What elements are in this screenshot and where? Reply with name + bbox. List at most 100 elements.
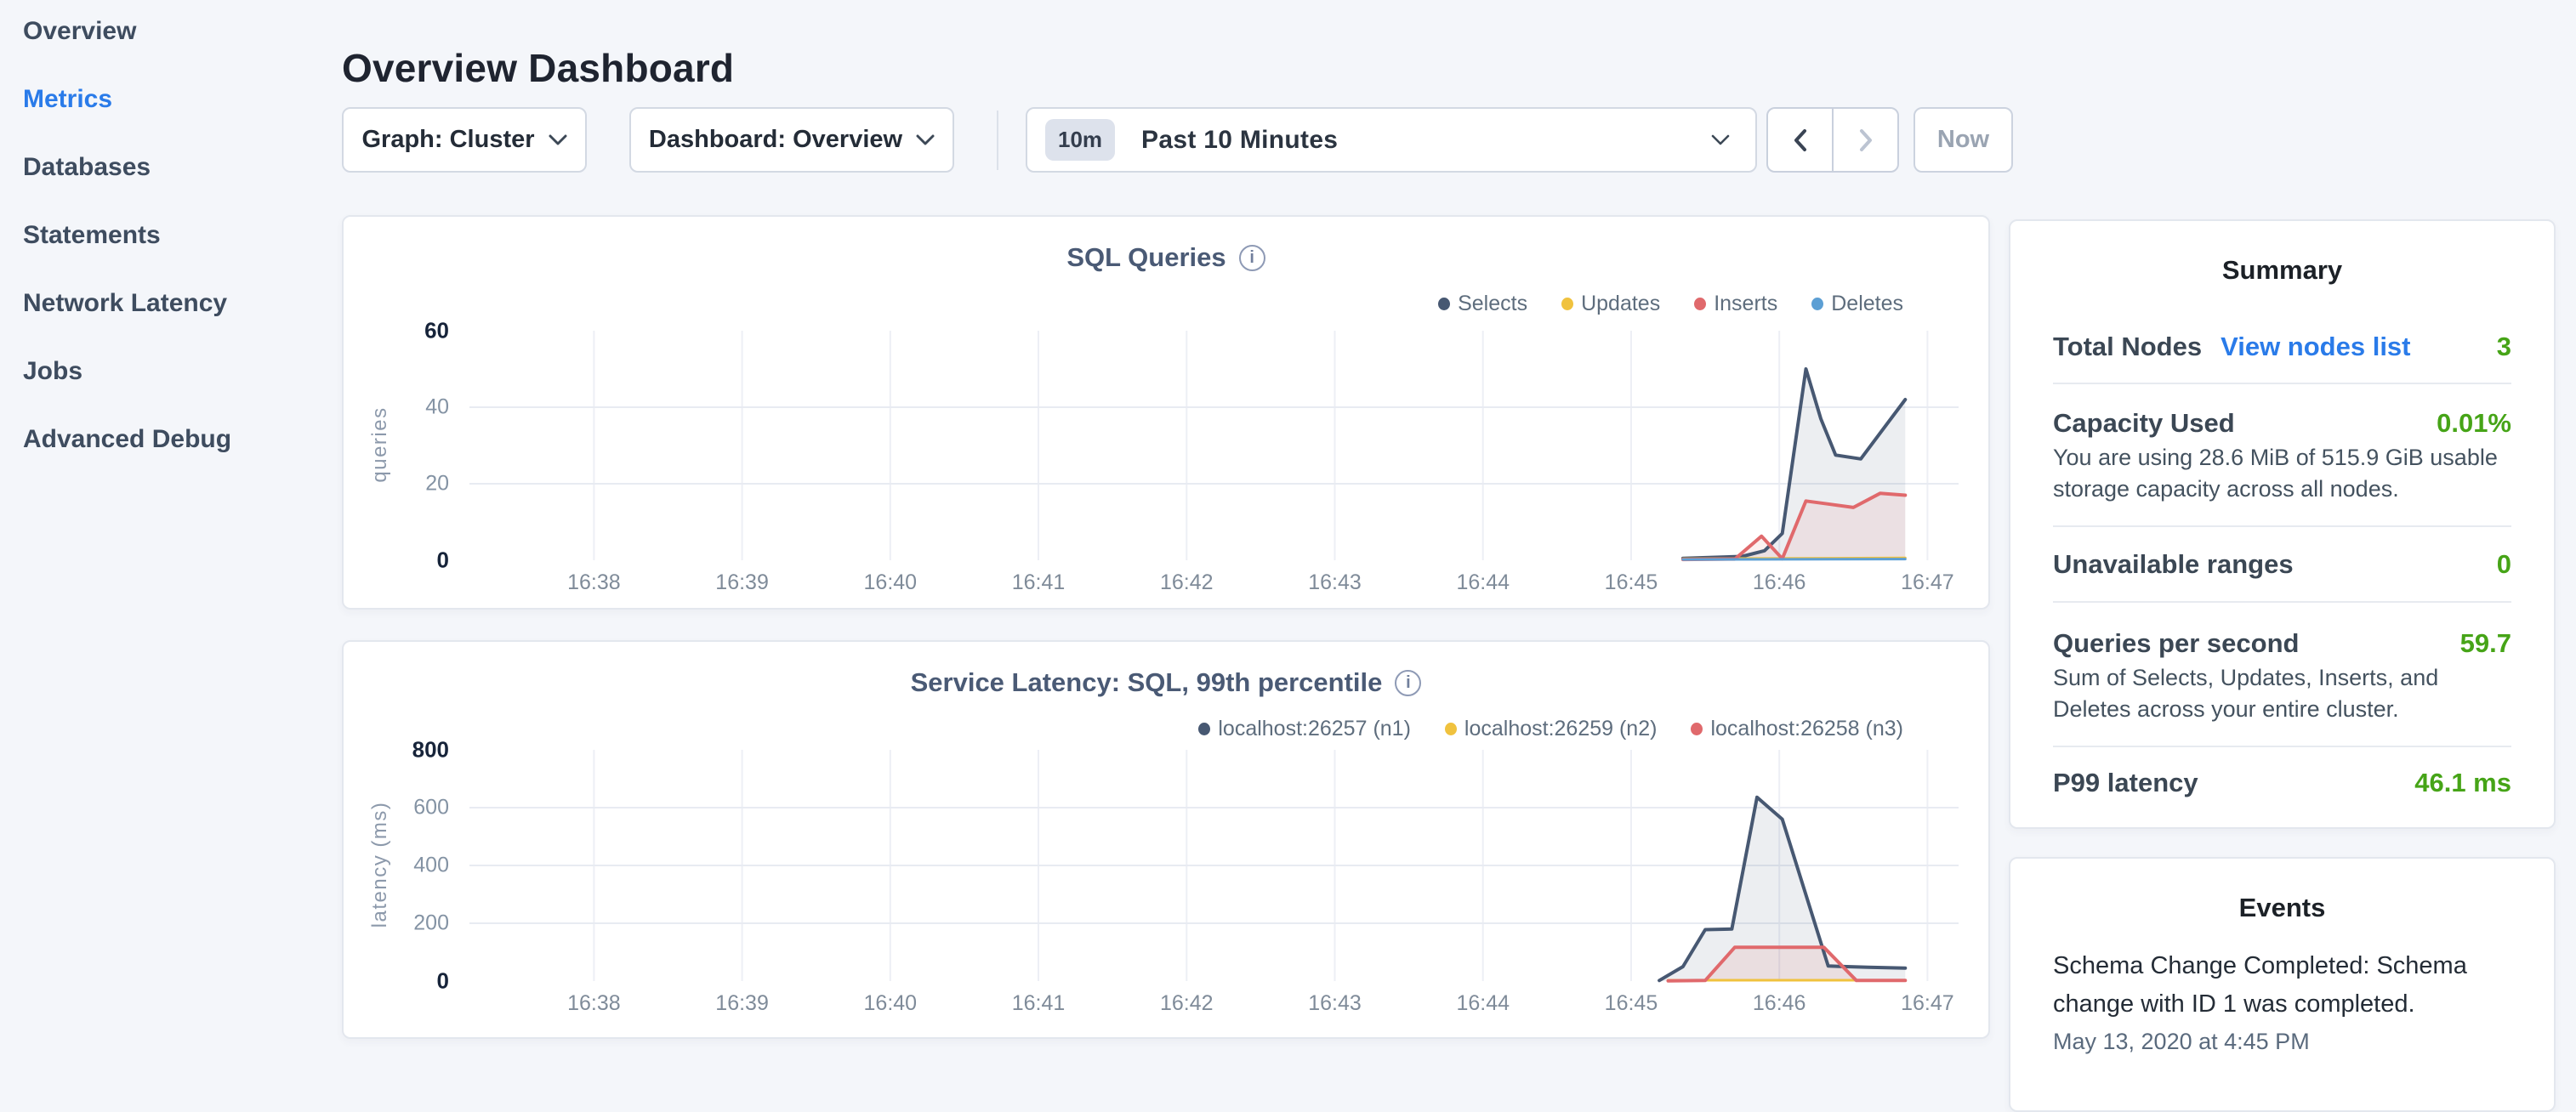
now-button[interactable]: Now <box>1914 107 2013 173</box>
x-tick-label: 16:39 <box>715 991 769 1016</box>
chevron-down-icon <box>916 134 935 146</box>
summary-value: 46.1 ms <box>2414 768 2511 798</box>
summary-label: P99 latency <box>2053 768 2198 798</box>
x-tick-label: 16:41 <box>1012 570 1066 595</box>
y-tick-label: 800 <box>355 737 449 763</box>
legend-item[interactable]: Selects <box>1438 292 1527 316</box>
summary-value: 59.7 <box>2460 628 2511 659</box>
x-tick-label: 16:46 <box>1753 991 1806 1016</box>
info-icon[interactable]: i <box>1239 245 1265 271</box>
prev-time-button[interactable] <box>1768 109 1834 171</box>
y-tick-label: 0 <box>355 547 449 574</box>
chevron-down-icon <box>1711 134 1730 146</box>
y-tick-label: 40 <box>355 395 449 420</box>
x-tick-label: 16:42 <box>1160 991 1214 1016</box>
legend-dot-icon <box>1691 723 1703 735</box>
x-tick-label: 16:41 <box>1012 991 1066 1016</box>
y-tick-label: 400 <box>355 854 449 878</box>
x-tick-label: 16:38 <box>567 991 621 1016</box>
chevron-right-icon <box>1856 128 1876 153</box>
legend-label: localhost:26259 (n2) <box>1464 717 1658 741</box>
legend-label: localhost:26258 (n3) <box>1710 717 1903 741</box>
summary-label: Queries per second <box>2053 628 2299 659</box>
dashboard-dropdown[interactable]: Dashboard: Overview <box>629 107 954 173</box>
summary-value: 0 <box>2497 549 2511 580</box>
time-range-label: Past 10 Minutes <box>1141 126 1338 155</box>
legend-item[interactable]: Deletes <box>1811 292 1903 316</box>
sql-queries-chart-card: SQL Queries i Selects Updates Inserts Delet… <box>342 215 1990 610</box>
x-tick-label: 16:40 <box>864 570 918 595</box>
summary-row-qps: Queries per second 59.7 <box>2053 627 2511 661</box>
y-tick-label: 600 <box>355 796 449 820</box>
event-timestamp: May 13, 2020 at 4:45 PM <box>2053 1025 2511 1058</box>
sidebar-item-network-latency[interactable]: Network Latency <box>23 284 227 323</box>
graph-scope-dropdown[interactable]: Graph: Cluster <box>342 107 587 173</box>
y-tick-label: 0 <box>355 968 449 995</box>
summary-value: 0.01% <box>2437 408 2511 439</box>
x-tick-label: 16:40 <box>864 991 918 1016</box>
y-tick-label: 200 <box>355 911 449 936</box>
x-tick-label: 16:42 <box>1160 570 1214 595</box>
chevron-left-icon <box>1790 128 1811 153</box>
x-tick-label: 16:46 <box>1753 570 1806 595</box>
time-step-buttons <box>1766 107 1899 173</box>
sidebar-item-statements[interactable]: Statements <box>23 216 161 255</box>
events-title: Events <box>2053 891 2511 925</box>
legend-label: Selects <box>1458 292 1527 316</box>
legend-dot-icon <box>1445 723 1457 735</box>
legend-label: Deletes <box>1831 292 1903 316</box>
x-tick-label: 16:45 <box>1605 570 1658 595</box>
info-icon[interactable]: i <box>1395 670 1421 696</box>
x-tick-label: 16:43 <box>1308 570 1362 595</box>
legend-item[interactable]: Inserts <box>1694 292 1777 316</box>
chart-legend: Selects Updates Inserts Deletes <box>1438 292 1903 316</box>
chart-canvas[interactable] <box>469 750 1959 981</box>
y-tick-label: 20 <box>355 472 449 496</box>
sidebar: Overview Metrics Databases Statements Ne… <box>0 0 342 1051</box>
y-tick-label: 60 <box>355 318 449 344</box>
y-axis-title: queries <box>368 317 392 572</box>
graph-scope-label: Graph: Cluster <box>361 126 534 154</box>
x-tick-label: 16:44 <box>1456 991 1510 1016</box>
legend-label: Inserts <box>1714 292 1777 316</box>
sidebar-item-overview[interactable]: Overview <box>23 12 136 51</box>
dashboard-label: Dashboard: Overview <box>649 126 902 154</box>
toolbar-divider <box>997 111 998 170</box>
x-tick-label: 16:43 <box>1308 991 1362 1016</box>
chart-legend: localhost:26257 (n1) localhost:26259 (n2)… <box>1198 717 1903 741</box>
chart-title: SQL Queries <box>1066 242 1225 273</box>
summary-row-total-nodes: Total Nodes View nodes list 3 <box>2053 330 2511 364</box>
sidebar-item-metrics[interactable]: Metrics <box>23 80 112 119</box>
legend-dot-icon <box>1811 298 1823 310</box>
summary-row-unavailable-ranges: Unavailable ranges 0 <box>2053 547 2511 582</box>
chart-canvas[interactable] <box>469 331 1959 560</box>
view-nodes-list-link[interactable]: View nodes list <box>2221 332 2410 362</box>
time-range-dropdown[interactable]: 10m Past 10 Minutes <box>1026 107 1757 173</box>
legend-dot-icon <box>1438 298 1450 310</box>
divider <box>2053 601 2511 603</box>
x-tick-label: 16:38 <box>567 570 621 595</box>
summary-panel: Summary Total Nodes View nodes list 3 Ca… <box>2009 219 2556 829</box>
summary-description: Sum of Selects, Updates, Inserts, and De… <box>2053 662 2511 725</box>
summary-label: Unavailable ranges <box>2053 549 2294 580</box>
sidebar-item-jobs[interactable]: Jobs <box>23 352 82 391</box>
sidebar-item-databases[interactable]: Databases <box>23 148 151 187</box>
legend-item[interactable]: localhost:26258 (n3) <box>1691 717 1903 741</box>
legend-dot-icon <box>1561 298 1573 310</box>
summary-label: Capacity Used <box>2053 408 2235 439</box>
sidebar-item-advanced-debug[interactable]: Advanced Debug <box>23 420 231 459</box>
divider <box>2053 383 2511 384</box>
chart-title: Service Latency: SQL, 99th percentile <box>911 667 1383 698</box>
event-item[interactable]: Schema Change Completed: Schema change w… <box>2053 947 2511 1058</box>
legend-item[interactable]: Updates <box>1561 292 1660 316</box>
summary-row-capacity: Capacity Used 0.01% <box>2053 406 2511 440</box>
plot-area[interactable]: latency (ms) 16:3816:3916:4016:4116:4216… <box>469 750 1959 981</box>
plot-area[interactable]: queries 16:3816:3916:4016:4116:4216:4316… <box>469 331 1959 560</box>
legend-item[interactable]: localhost:26257 (n1) <box>1198 717 1411 741</box>
legend-dot-icon <box>1198 723 1210 735</box>
chevron-down-icon <box>549 134 567 146</box>
time-range-badge: 10m <box>1045 119 1115 161</box>
next-time-button[interactable] <box>1834 109 1897 171</box>
legend-item[interactable]: localhost:26259 (n2) <box>1445 717 1658 741</box>
legend-label: localhost:26257 (n1) <box>1218 717 1411 741</box>
